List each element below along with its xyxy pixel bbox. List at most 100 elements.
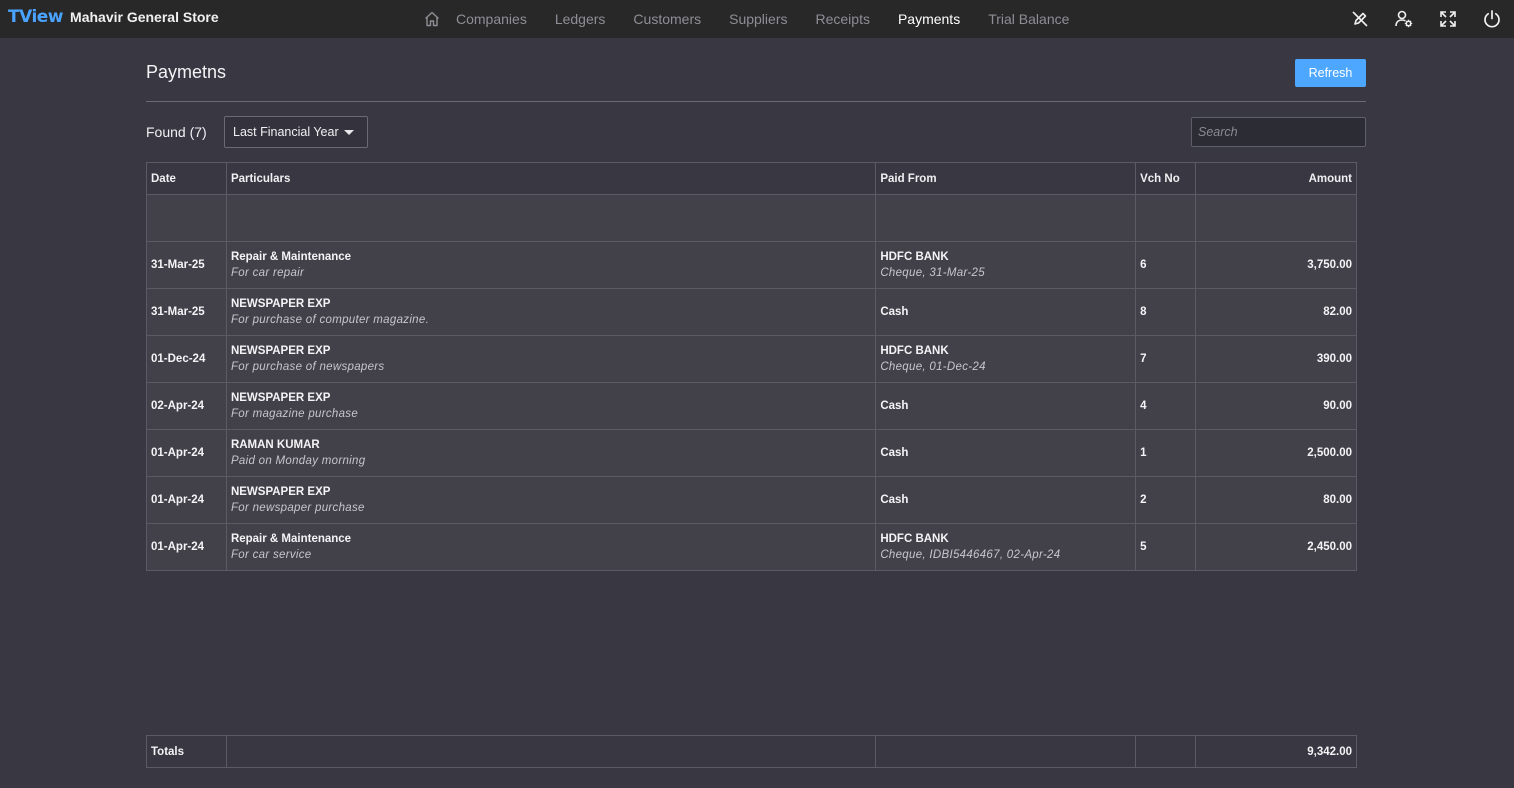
cell-date: 01-Dec-24 (146, 335, 227, 383)
table-row[interactable]: 31-Mar-25 NEWSPAPER EXP For purchase of … (146, 288, 1357, 336)
table-header-row: Date Particulars Paid From Vch No Amount (146, 162, 1357, 195)
paid-from-name: Cash (880, 306, 909, 318)
nav-companies[interactable]: Companies (456, 11, 527, 27)
totals-row: Totals 9,342.00 (146, 735, 1357, 768)
paid-from-name: Cash (880, 400, 909, 412)
found-count: Found (7) (146, 124, 207, 140)
table-row[interactable]: 02-Apr-24 NEWSPAPER EXP For magazine pur… (146, 382, 1357, 430)
cell-date: 01-Apr-24 (146, 523, 227, 571)
cell-particulars: NEWSPAPER EXP For purchase of newspapers (225, 335, 877, 383)
cell-paid-from: HDFC BANK Cheque, 01-Dec-24 (875, 335, 1137, 383)
period-dropdown[interactable]: Last Financial Year (224, 116, 368, 148)
particulars-name: NEWSPAPER EXP (230, 392, 331, 404)
particulars-narration: Paid on Monday morning (230, 455, 366, 467)
particulars-name: NEWSPAPER EXP (230, 486, 331, 498)
payments-table: Date Particulars Paid From Vch No Amount… (146, 162, 1357, 571)
cell-vch-no: 1 (1135, 429, 1197, 477)
user-settings-icon[interactable] (1382, 0, 1426, 38)
table-row[interactable]: 01-Apr-24 Repair & Maintenance For car s… (146, 523, 1357, 571)
cell-amount: 2,500.00 (1195, 429, 1357, 477)
main-nav: Companies Ledgers Customers Suppliers Re… (418, 0, 1097, 38)
paid-from-name: HDFC BANK (880, 251, 949, 263)
cell-amount: 2,450.00 (1195, 523, 1357, 571)
page-title: Paymetns (146, 62, 227, 82)
nav-ledgers[interactable]: Ledgers (555, 11, 606, 27)
cell-amount: 82.00 (1195, 288, 1357, 336)
table-row[interactable]: 01-Apr-24 RAMAN KUMAR Paid on Monday mor… (146, 429, 1357, 477)
paid-from-name: HDFC BANK (880, 345, 949, 357)
no-pen-icon[interactable] (1338, 0, 1382, 38)
cell-vch-no: 6 (1135, 241, 1197, 289)
cell-particulars: Repair & Maintenance For car repair (225, 241, 877, 289)
cell-paid-from: Cash (875, 382, 1137, 430)
app-logo: TView (8, 7, 64, 27)
cell-particulars: NEWSPAPER EXP For purchase of computer m… (225, 288, 877, 336)
column-header-amount[interactable]: Amount (1195, 162, 1357, 195)
totals-label: Totals (146, 735, 227, 768)
particulars-name: Repair & Maintenance (230, 251, 352, 263)
cell-date: 01-Apr-24 (146, 429, 227, 477)
brand[interactable]: TView Mahavir General Store (8, 7, 219, 27)
cell-vch-no: 5 (1135, 523, 1197, 571)
totals-amount: 9,342.00 (1195, 735, 1357, 768)
cell-amount: 80.00 (1195, 476, 1357, 524)
particulars-narration: For purchase of newspapers (230, 361, 385, 373)
cell-vch-no: 4 (1135, 382, 1197, 430)
nav-suppliers[interactable]: Suppliers (729, 11, 787, 27)
cell-amount: 3,750.00 (1195, 241, 1357, 289)
cell-vch-no: 7 (1135, 335, 1197, 383)
power-icon[interactable] (1470, 0, 1514, 38)
fullscreen-icon[interactable] (1426, 0, 1470, 38)
top-icons (1338, 0, 1514, 38)
cell-particulars: NEWSPAPER EXP For newspaper purchase (225, 476, 877, 524)
cell-particulars: RAMAN KUMAR Paid on Monday morning (225, 429, 877, 477)
table-spacer (146, 194, 1357, 242)
cell-paid-from: HDFC BANK Cheque, 31-Mar-25 (875, 241, 1137, 289)
table-row[interactable]: 01-Dec-24 NEWSPAPER EXP For purchase of … (146, 335, 1357, 383)
nav-customers[interactable]: Customers (633, 11, 701, 27)
cell-paid-from: HDFC BANK Cheque, IDBI5446467, 02-Apr-24 (875, 523, 1137, 571)
column-header-date[interactable]: Date (146, 162, 227, 195)
particulars-name: RAMAN KUMAR (230, 439, 320, 451)
paid-from-name: Cash (880, 447, 909, 459)
nav-trial-balance[interactable]: Trial Balance (988, 11, 1069, 27)
nav-payments[interactable]: Payments (898, 11, 960, 27)
top-bar: TView Mahavir General Store Companies Le… (0, 0, 1514, 38)
cell-vch-no: 2 (1135, 476, 1197, 524)
particulars-narration: For car service (230, 549, 312, 561)
particulars-name: Repair & Maintenance (230, 533, 352, 545)
column-header-particulars[interactable]: Particulars (225, 162, 877, 195)
period-value: Last Financial Year (233, 125, 339, 139)
cell-date: 02-Apr-24 (146, 382, 227, 430)
column-header-paid-from[interactable]: Paid From (875, 162, 1137, 195)
column-header-vch-no[interactable]: Vch No (1135, 162, 1197, 195)
cell-particulars: Repair & Maintenance For car service (225, 523, 877, 571)
table-row[interactable]: 31-Mar-25 Repair & Maintenance For car r… (146, 241, 1357, 289)
cell-paid-from: Cash (875, 476, 1137, 524)
particulars-name: NEWSPAPER EXP (230, 298, 331, 310)
company-name: Mahavir General Store (70, 9, 219, 25)
particulars-narration: For purchase of computer magazine. (230, 314, 430, 326)
totals-empty-cell (875, 735, 1137, 768)
cell-amount: 90.00 (1195, 382, 1357, 430)
nav-receipts[interactable]: Receipts (815, 11, 869, 27)
cell-particulars: NEWSPAPER EXP For magazine purchase (225, 382, 877, 430)
cell-paid-from: Cash (875, 429, 1137, 477)
table-row[interactable]: 01-Apr-24 NEWSPAPER EXP For newspaper pu… (146, 476, 1357, 524)
refresh-button[interactable]: Refresh (1295, 59, 1366, 87)
home-icon[interactable] (418, 0, 446, 38)
search-input[interactable] (1191, 117, 1366, 147)
cell-date: 01-Apr-24 (146, 476, 227, 524)
totals-table: Totals 9,342.00 (146, 735, 1357, 768)
chevron-down-icon (344, 130, 354, 135)
header-divider (146, 101, 1366, 102)
totals-empty-cell (225, 735, 877, 768)
totals-empty-cell (1135, 735, 1197, 768)
cell-amount: 390.00 (1195, 335, 1357, 383)
particulars-narration: For magazine purchase (230, 408, 359, 420)
particulars-name: NEWSPAPER EXP (230, 345, 331, 357)
cell-paid-from: Cash (875, 288, 1137, 336)
paid-from-detail: Cheque, 01-Dec-24 (880, 361, 986, 373)
cell-date: 31-Mar-25 (146, 288, 227, 336)
cell-vch-no: 8 (1135, 288, 1197, 336)
